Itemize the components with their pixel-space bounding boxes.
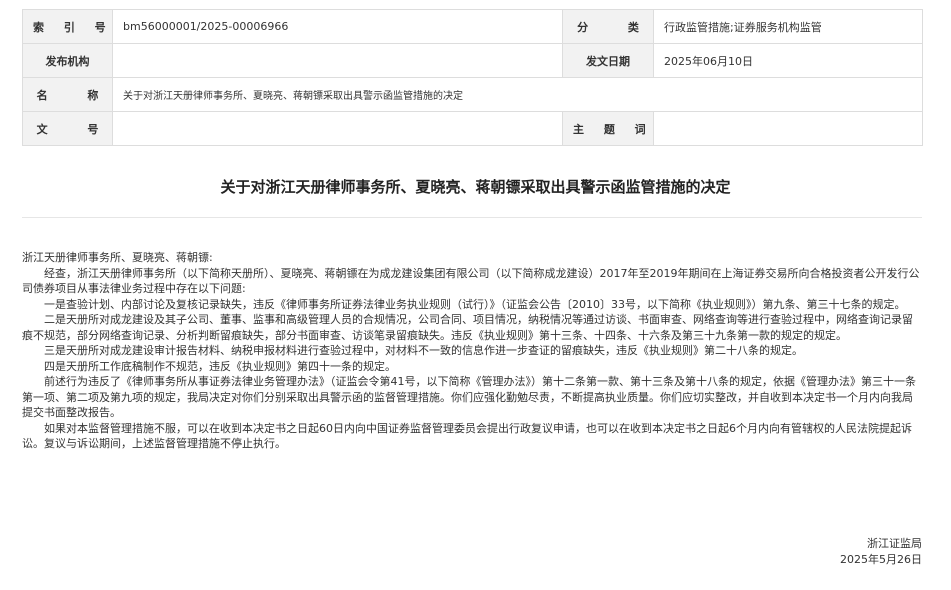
category-value: 行政监管措施;证券服务机构监管 [653,9,923,44]
metadata-row: 名 称 关于对浙江天册律师事务所、夏晓亮、蒋朝镖采取出具警示函监管措施的决定 [22,77,923,112]
body-paragraph: 四是天册所工作底稿制作不规范，违反《执业规则》第四十一条的规定。 [44,359,396,373]
name-value: 关于对浙江天册律师事务所、夏晓亮、蒋朝镖采取出具警示函监管措施的决定 [112,77,923,112]
issuer-value [112,43,563,78]
title-divider [22,217,922,218]
signature-block: 浙江证监局 2025年5月26日 [840,536,922,568]
docno-label: 文 号 [22,111,113,146]
name-label: 名 称 [22,77,113,112]
body-paragraph: 三是天册所对成龙建设审计报告材料、纳税申报材料进行查验过程中，对材料不一致的信息… [44,344,803,357]
subject-value [653,111,923,146]
subject-label: 主 题 词 [562,111,654,146]
body-paragraph: 二是天册所对成龙建设及其子公司、董事、监事和高级管理人员的合规情况，公司合同、项… [22,313,913,342]
date-value: 2025年06月10日 [653,43,923,78]
signature-org: 浙江证监局 [867,537,922,550]
issuer-label: 发布机构 [22,43,113,78]
index-label: 索 引 号 [22,9,113,44]
document-page: 索 引 号 bm56000001/2025-00006966 分 类 行政监管措… [0,0,951,590]
metadata-row: 文 号 主 题 词 [22,111,923,146]
date-label: 发文日期 [562,43,654,78]
metadata-row: 发布机构 发文日期 2025年06月10日 [22,43,923,78]
document-title: 关于对浙江天册律师事务所、夏晓亮、蒋朝镖采取出具警示函监管措施的决定 [220,178,731,196]
body-paragraph: 前述行为违反了《律师事务所从事证券法律业务管理办法》（证监会令第41号，以下简称… [22,375,916,419]
metadata-row: 索 引 号 bm56000001/2025-00006966 分 类 行政监管措… [22,9,923,44]
metadata-table: 索 引 号 bm56000001/2025-00006966 分 类 行政监管措… [22,9,923,146]
docno-value [112,111,563,146]
document-body: 浙江天册律师事务所、夏晓亮、蒋朝镖: 经查，浙江天册律师事务所（以下简称天册所）… [22,250,922,452]
index-value: bm56000001/2025-00006966 [112,9,563,44]
body-paragraph: 一是查验计划、内部讨论及复核记录缺失，违反《律师事务所证券法律业务执业规则（试行… [44,297,906,311]
salutation: 浙江天册律师事务所、夏晓亮、蒋朝镖: [22,251,213,264]
signature-date: 2025年5月26日 [840,553,922,566]
body-paragraph: 经查，浙江天册律师事务所（以下简称天册所）、夏晓亮、蒋朝镖在为成龙建设集团有限公… [22,266,920,296]
body-paragraph: 如果对本监督管理措施不服，可以在收到本决定书之日起60日内向中国证券监督管理委员… [22,421,912,451]
category-label: 分 类 [562,9,654,44]
